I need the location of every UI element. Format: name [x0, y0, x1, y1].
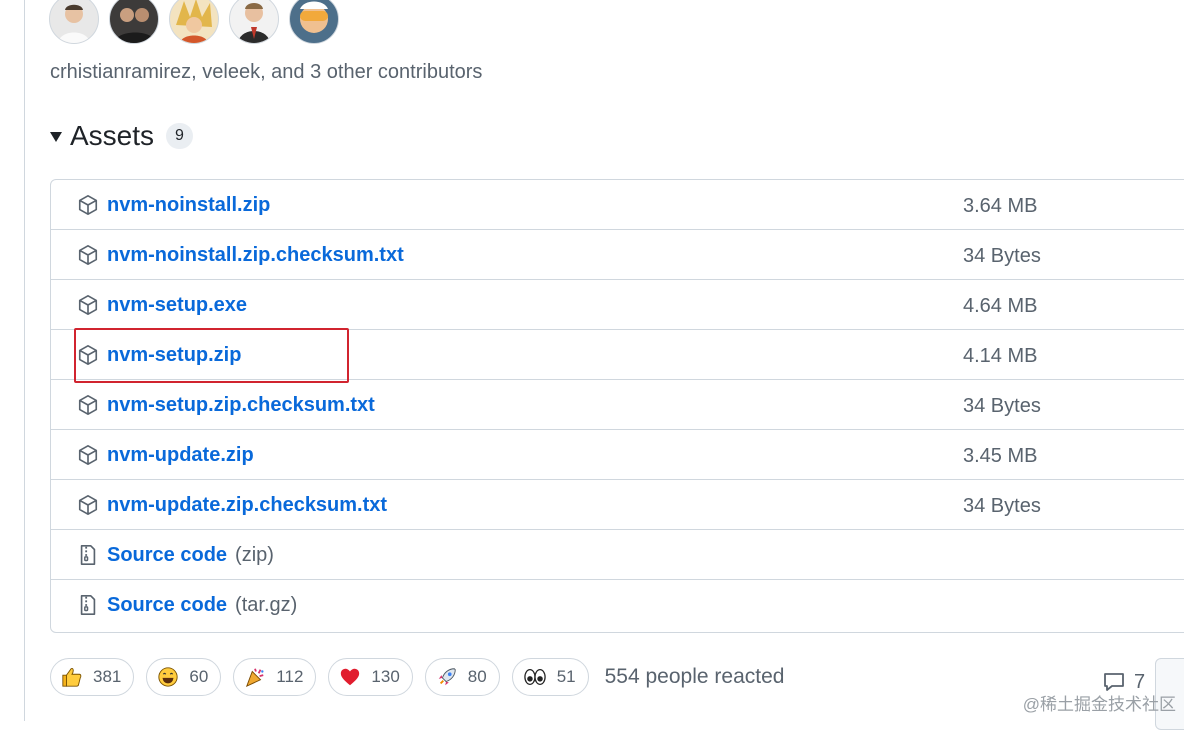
- heart-icon: [341, 668, 360, 686]
- file-zip-icon: [80, 545, 96, 565]
- asset-link[interactable]: nvm-update.zip.checksum.txt: [107, 494, 387, 517]
- package-icon: [78, 295, 98, 315]
- source-code-tar-link[interactable]: Source code (tar.gz): [107, 594, 297, 617]
- rocket-icon: [438, 668, 456, 686]
- asset-row: nvm-update.zip.checksum.txt 34 Bytes: [51, 480, 1184, 530]
- hooray-icon: [246, 668, 264, 688]
- left-divider: [24, 0, 25, 721]
- reaction-laugh[interactable]: 60: [146, 658, 222, 696]
- asset-size: 34 Bytes: [963, 245, 1041, 267]
- asset-link[interactable]: nvm-noinstall.zip.checksum.txt: [107, 244, 404, 267]
- package-icon: [78, 495, 98, 515]
- file-zip-icon: [80, 595, 96, 615]
- watermark: @稀土掘金技术社区: [1022, 695, 1176, 714]
- caret-down-icon[interactable]: [50, 132, 62, 142]
- asset-link-label[interactable]: Source code: [107, 544, 227, 566]
- asset-link[interactable]: nvm-update.zip: [107, 444, 254, 467]
- package-icon: [78, 445, 98, 465]
- reaction-heart[interactable]: 130: [328, 658, 413, 696]
- highlight-annotation: [74, 328, 349, 383]
- reaction-eyes[interactable]: 51: [511, 658, 589, 696]
- asset-link[interactable]: nvm-setup.zip.checksum.txt: [107, 394, 375, 417]
- asset-size: 4.14 MB: [963, 345, 1038, 367]
- reaction-rocket[interactable]: 80: [424, 658, 500, 696]
- asset-size: 34 Bytes: [963, 395, 1041, 417]
- asset-size: 4.64 MB: [963, 295, 1038, 317]
- asset-row: Source code (zip): [51, 530, 1184, 580]
- avatar[interactable]: [229, 0, 279, 44]
- avatar[interactable]: [169, 0, 219, 44]
- asset-ext[interactable]: (zip): [235, 544, 274, 566]
- avatar[interactable]: [289, 0, 339, 44]
- asset-link[interactable]: nvm-noinstall.zip: [107, 194, 270, 217]
- assets-title: Assets: [70, 120, 155, 151]
- assets-count-badge: 9: [166, 123, 193, 149]
- asset-size: 3.45 MB: [963, 445, 1038, 467]
- reaction-count: 381: [93, 667, 122, 686]
- assets-list: nvm-noinstall.zip 3.64 MB nvm-noinstall.…: [50, 179, 1184, 633]
- asset-ext[interactable]: (tar.gz): [235, 594, 297, 616]
- source-code-zip-link[interactable]: Source code (zip): [107, 544, 274, 567]
- reaction-count: 112: [276, 667, 304, 686]
- asset-row: nvm-update.zip 3.45 MB: [51, 430, 1184, 480]
- asset-size: 34 Bytes: [963, 495, 1041, 517]
- eyes-icon: [523, 669, 546, 685]
- avatar[interactable]: [49, 0, 99, 44]
- package-icon: [78, 395, 98, 415]
- contributors-text: crhistianramirez, veleek, and 3 other co…: [50, 61, 483, 83]
- asset-row: nvm-setup.zip.checksum.txt 34 Bytes: [51, 380, 1184, 430]
- package-icon: [78, 245, 98, 265]
- reaction-count: 60: [189, 667, 209, 686]
- reactions-bar: 381 60 112 130 80 51 554 people reacted: [50, 657, 784, 697]
- laugh-icon: [158, 667, 178, 687]
- asset-size: 3.64 MB: [963, 195, 1038, 217]
- reaction-hooray[interactable]: 112: [233, 658, 317, 696]
- asset-link[interactable]: nvm-setup.exe: [107, 294, 247, 317]
- avatar[interactable]: [109, 0, 159, 44]
- assets-header[interactable]: Assets 9: [50, 118, 193, 154]
- reactions-summary: 554 people reacted: [604, 665, 785, 688]
- reaction-thumbs-up[interactable]: 381: [50, 658, 135, 696]
- asset-row: nvm-setup.exe 4.64 MB: [51, 280, 1184, 330]
- reaction-count: 80: [467, 667, 487, 686]
- thumbs-up-icon: [62, 668, 82, 687]
- asset-row: nvm-noinstall.zip.checksum.txt 34 Bytes: [51, 230, 1184, 280]
- reaction-count: 130: [371, 667, 400, 686]
- asset-link-label[interactable]: Source code: [107, 594, 227, 616]
- asset-row: Source code (tar.gz): [51, 580, 1184, 630]
- package-icon: [78, 195, 98, 215]
- asset-row: nvm-noinstall.zip 3.64 MB: [51, 180, 1184, 230]
- reaction-count: 51: [556, 667, 576, 686]
